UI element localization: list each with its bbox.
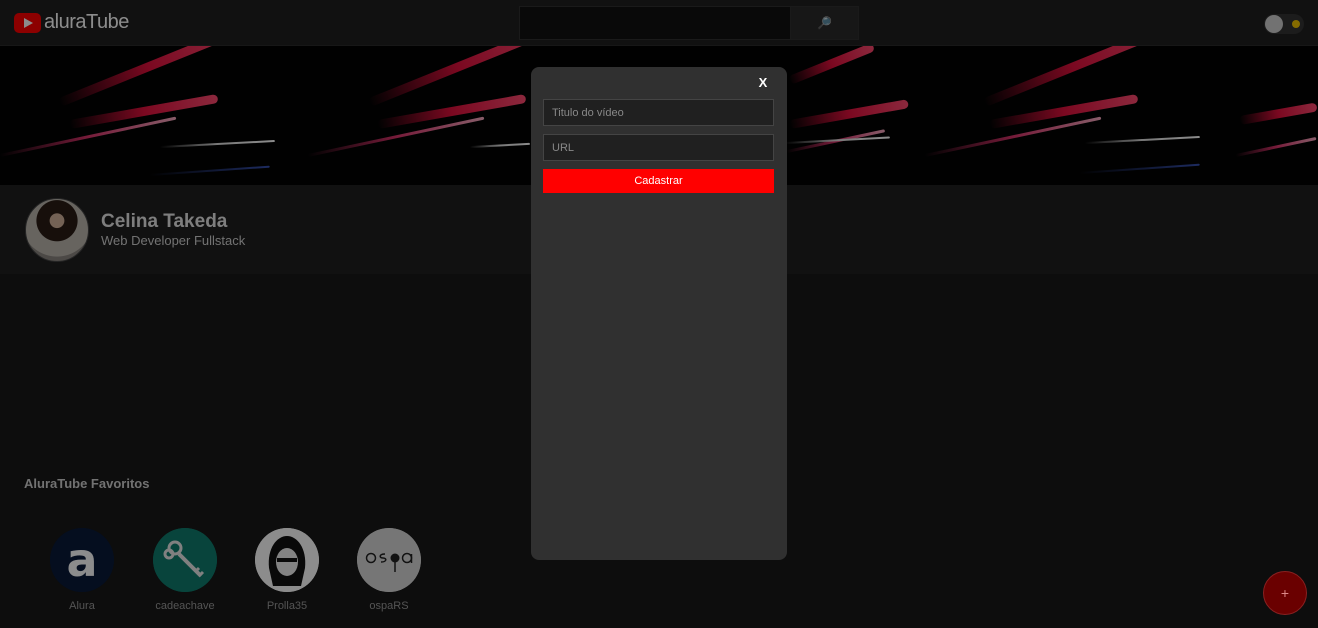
video-title-input[interactable] bbox=[543, 99, 774, 126]
close-modal-button[interactable]: X bbox=[756, 76, 770, 90]
video-url-input[interactable] bbox=[543, 134, 774, 161]
cadastrar-button[interactable]: Cadastrar bbox=[543, 169, 774, 193]
add-video-button[interactable]: + bbox=[1263, 571, 1307, 615]
plus-icon: + bbox=[1280, 585, 1290, 601]
add-video-modal: X Cadastrar bbox=[531, 67, 787, 560]
